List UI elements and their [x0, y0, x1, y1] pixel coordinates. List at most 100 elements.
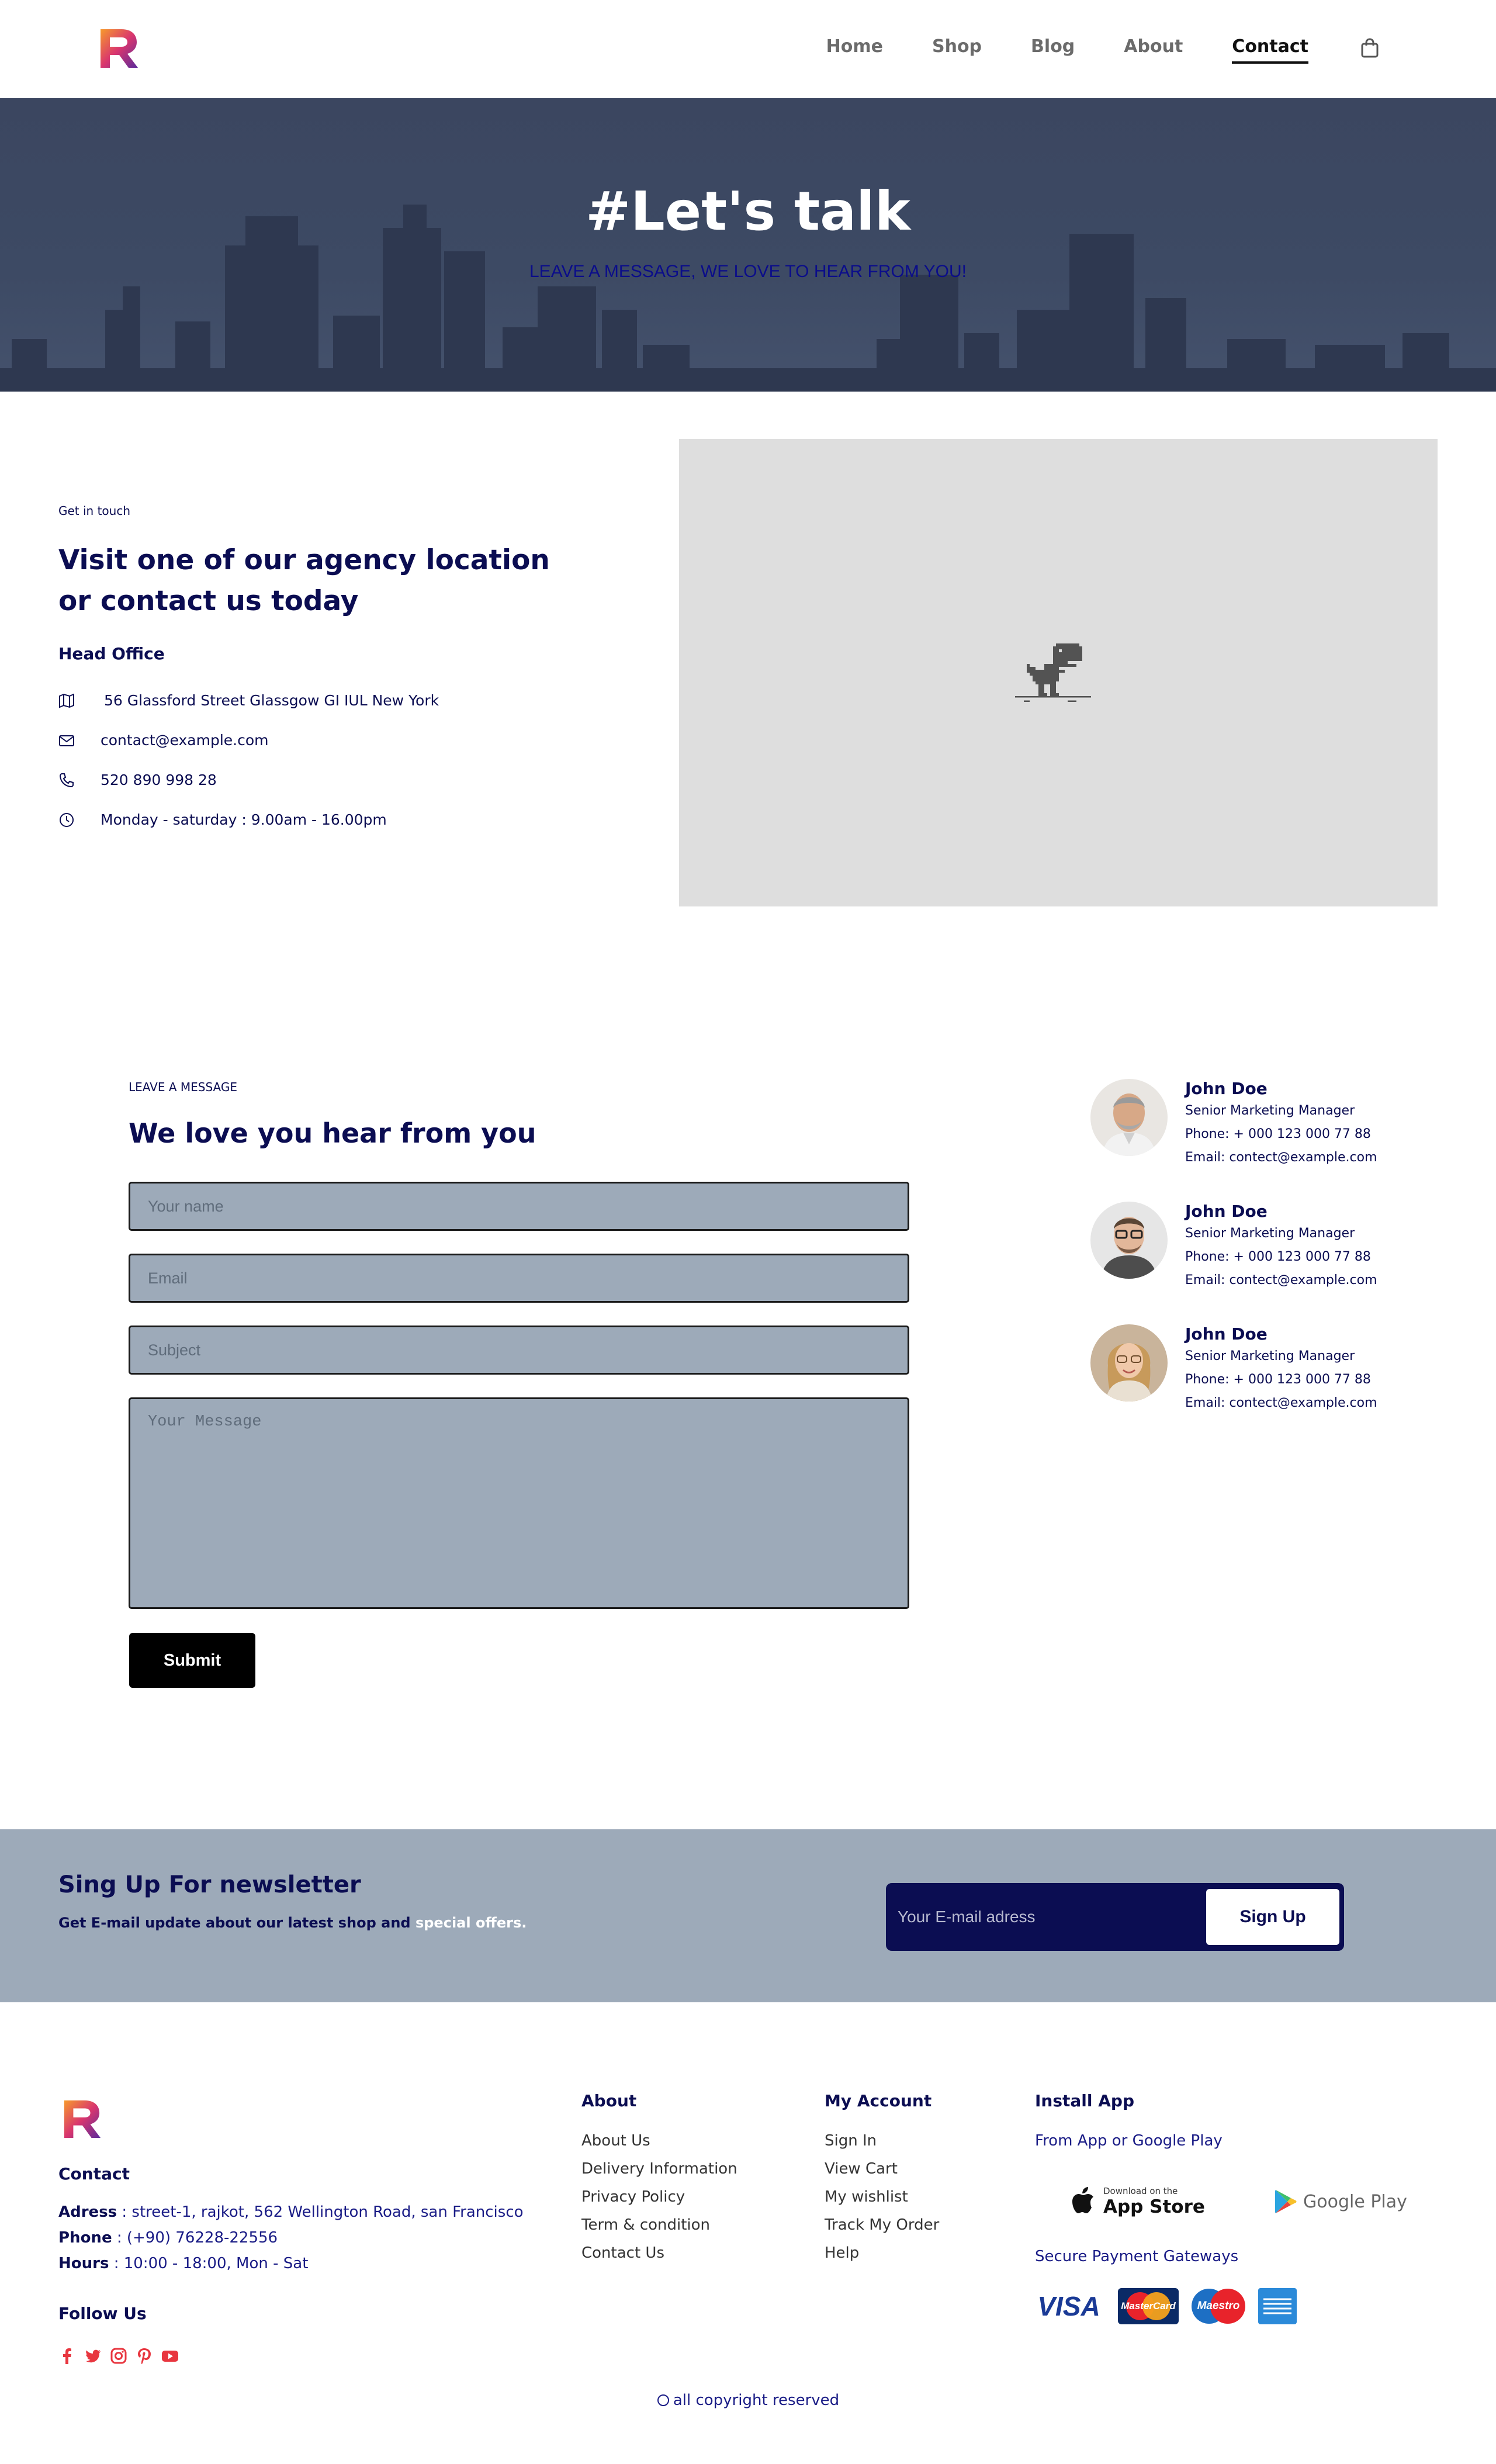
install-app-title: Install App: [1035, 2091, 1134, 2110]
google-play-text: Google Play: [1303, 2191, 1407, 2212]
app-store-small-text: Download on the: [1103, 2186, 1178, 2196]
google-play-icon: [1275, 2190, 1297, 2213]
pinterest-icon[interactable]: [136, 2347, 153, 2365]
member-phone: Phone: + 000 123 000 77 88: [1185, 1372, 1371, 1387]
footer-hours: Hours : 10:00 - 18:00, Mon - Sat: [58, 2255, 308, 2272]
name-input[interactable]: [129, 1182, 909, 1231]
newsletter-subtitle-highlight: special offers.: [415, 1915, 527, 1931]
brand-logo[interactable]: [98, 27, 139, 69]
footer-link-view-cart[interactable]: View Cart: [825, 2160, 898, 2178]
message-textarea[interactable]: [129, 1397, 909, 1609]
youtube-icon[interactable]: [161, 2347, 179, 2365]
mastercard-text: MasterCard: [1121, 2300, 1176, 2311]
hours-row: Monday - saturday : 9.00am - 16.00pm: [58, 811, 387, 828]
payment-gateways-title: Secure Payment Gateways: [1035, 2248, 1239, 2265]
avatar: [1090, 1324, 1168, 1401]
nav-contact[interactable]: Contact: [1232, 36, 1308, 64]
maestro-icon: Maestro: [1188, 2288, 1249, 2324]
google-play-badge[interactable]: Google Play: [1274, 2183, 1407, 2220]
footer-address: Adress : street-1, rajkot, 562 Wellingto…: [58, 2203, 524, 2221]
submit-button[interactable]: Submit: [129, 1633, 255, 1688]
footer-hours-value: : 10:00 - 18:00, Mon - Sat: [113, 2255, 309, 2272]
newsletter-email-input[interactable]: [891, 1888, 1200, 1946]
map-icon: [59, 693, 74, 708]
member-role: Senior Marketing Manager: [1185, 1226, 1355, 1241]
footer-link-sign-in[interactable]: Sign In: [825, 2132, 877, 2150]
newsletter-subtitle-text: Get E-mail update about our latest shop …: [58, 1915, 411, 1931]
copyright-icon: [657, 2394, 669, 2406]
footer-link-privacy[interactable]: Privacy Policy: [581, 2188, 685, 2206]
shopping-bag-icon[interactable]: [1360, 37, 1379, 58]
nav-blog[interactable]: Blog: [1031, 36, 1075, 57]
copyright-text: all copyright reserved: [0, 2392, 1496, 2409]
top-navbar: Home Shop Blog About Contact: [0, 0, 1496, 98]
get-in-touch-label: Get in touch: [58, 504, 131, 518]
app-store-text: App Store: [1103, 2196, 1205, 2217]
office-email[interactable]: contact@example.com: [101, 732, 269, 749]
member-name: John Doe: [1185, 1324, 1268, 1344]
sign-up-button[interactable]: Sign Up: [1206, 1889, 1339, 1945]
footer-phone-label: Phone: [58, 2229, 112, 2247]
footer-brand-logo[interactable]: [62, 2098, 102, 2139]
head-office-title: Head Office: [58, 644, 165, 663]
visa-text: VISA: [1037, 2291, 1100, 2321]
hero-banner: #Let's talk LEAVE A MESSAGE, WE LOVE TO …: [0, 98, 1496, 392]
form-heading: We love you hear from you: [129, 1117, 536, 1149]
member-name: John Doe: [1185, 1202, 1268, 1221]
facebook-icon[interactable]: [58, 2347, 76, 2365]
avatar: [1090, 1079, 1168, 1156]
member-name: John Doe: [1185, 1079, 1268, 1098]
avatar: [1090, 1202, 1168, 1279]
footer-link-delivery[interactable]: Delivery Information: [581, 2160, 737, 2178]
app-store-badge[interactable]: Download on the App Store: [1069, 2183, 1205, 2220]
map-embed[interactable]: [679, 439, 1438, 906]
footer-address-value: : street-1, rajkot, 562 Wellington Road,…: [122, 2203, 524, 2221]
hero-subtitle: LEAVE A MESSAGE, WE LOVE TO HEAR FROM YO…: [529, 262, 967, 281]
clock-icon: [60, 812, 74, 827]
footer-phone-value: : (+90) 76228-22556: [116, 2229, 278, 2247]
phone-row: 520 890 998 28: [58, 771, 217, 788]
member-phone: Phone: + 000 123 000 77 88: [1185, 1250, 1371, 1264]
visa-card-icon: VISA: [1035, 2288, 1103, 2324]
footer-hours-label: Hours: [58, 2255, 109, 2272]
team-member-card: John Doe Senior Marketing Manager Phone:…: [1090, 1202, 1394, 1295]
office-hours: Monday - saturday : 9.00am - 16.00pm: [101, 811, 387, 828]
mastercard-icon: MasterCard: [1118, 2288, 1179, 2324]
subject-input[interactable]: [129, 1326, 909, 1375]
instagram-icon[interactable]: [110, 2347, 127, 2365]
footer-link-terms[interactable]: Term & condition: [581, 2216, 710, 2234]
member-email[interactable]: Email: contect@example.com: [1185, 1150, 1377, 1165]
footer-link-wishlist[interactable]: My wishlist: [825, 2188, 908, 2206]
newsletter-subtitle: Get E-mail update about our latest shop …: [58, 1915, 527, 1931]
newsletter-section: Sing Up For newsletter Get E-mail update…: [0, 1829, 1496, 2002]
mail-icon: [59, 735, 74, 746]
copyright-label: all copyright reserved: [673, 2392, 840, 2409]
email-input[interactable]: [129, 1254, 909, 1303]
nav-shop[interactable]: Shop: [932, 36, 982, 57]
nav-home[interactable]: Home: [826, 36, 883, 57]
newsletter-form: Sign Up: [886, 1883, 1344, 1951]
member-role: Senior Marketing Manager: [1185, 1103, 1355, 1118]
office-phone: 520 890 998 28: [101, 771, 217, 788]
nav-about[interactable]: About: [1124, 36, 1183, 57]
nav-links: Home Shop Blog About Contact: [826, 36, 1376, 64]
member-email[interactable]: Email: contect@example.com: [1185, 1273, 1377, 1288]
offline-dino-icon: [1015, 643, 1091, 702]
footer-address-label: Adress: [58, 2203, 117, 2221]
team-member-card: John Doe Senior Marketing Manager Phone:…: [1090, 1079, 1394, 1172]
team-member-card: John Doe Senior Marketing Manager Phone:…: [1090, 1324, 1394, 1418]
contact-heading: Visit one of our agency location or cont…: [58, 544, 550, 617]
twitter-icon[interactable]: [84, 2347, 102, 2365]
member-role: Senior Marketing Manager: [1185, 1349, 1355, 1363]
hero-title: #Let's talk: [586, 180, 910, 243]
social-links: [58, 2347, 179, 2365]
office-address: 56 Glassford Street Glassgow GI IUL New …: [104, 692, 439, 709]
footer-link-track-order[interactable]: Track My Order: [825, 2216, 939, 2234]
member-phone: Phone: + 000 123 000 77 88: [1185, 1127, 1371, 1141]
member-email[interactable]: Email: contect@example.com: [1185, 1396, 1377, 1410]
footer-link-contact-us[interactable]: Contact Us: [581, 2244, 664, 2262]
footer-link-help[interactable]: Help: [825, 2244, 859, 2262]
phone-icon: [59, 773, 74, 787]
leave-message-label: LEAVE A MESSAGE: [129, 1080, 238, 1094]
footer-link-about-us[interactable]: About Us: [581, 2132, 650, 2150]
